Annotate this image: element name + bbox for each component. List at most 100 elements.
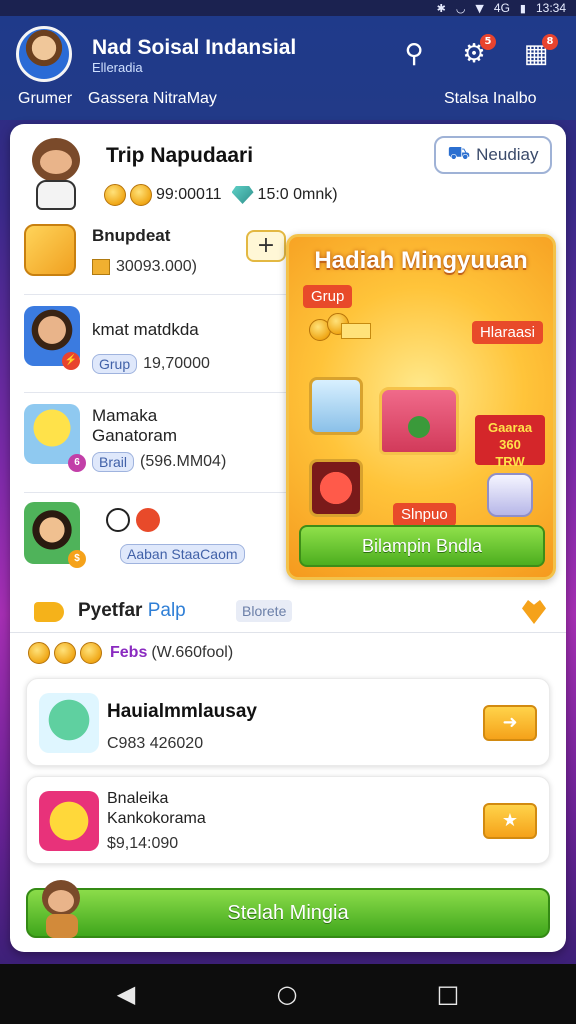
gift-icon[interactable]: ▦ 8 [518, 34, 558, 72]
receipt-icon [92, 259, 110, 275]
network-type: 4G [493, 1, 510, 15]
fire-icon[interactable] [136, 508, 160, 532]
divider [24, 294, 292, 295]
coin-icon [54, 642, 76, 664]
battery-icon: ▮ [519, 1, 526, 15]
mascot-avatar [24, 134, 88, 212]
item-value: $9,14:090 [107, 835, 179, 852]
gem-balance: 15:0 0mnk) [257, 186, 338, 203]
fees-value: (W.660fool) [151, 644, 234, 661]
badge-icon: 6 [68, 454, 86, 472]
back-icon[interactable]: ◀ [110, 978, 142, 1010]
robot-item-icon[interactable] [309, 377, 363, 435]
list-item[interactable]: ⚡ kmat matdkda Grup 19,70000 [24, 306, 292, 386]
section-title-text: Pyetfar [78, 600, 143, 621]
brail-chip[interactable]: Brail [92, 452, 135, 472]
settings-badge: 5 [480, 34, 496, 50]
reward-tag-bottom: Slnpuo [393, 503, 456, 526]
section-title: Pyetfar Palp [78, 600, 186, 622]
jar-item-icon[interactable] [487, 473, 533, 517]
claim-reward-button[interactable]: Bilampin Bndla [299, 525, 545, 567]
coin-balance: 99:00011 [156, 186, 222, 203]
gold-coins-icon [309, 313, 371, 343]
heart-icon[interactable] [522, 600, 546, 624]
ball-item-icon[interactable] [309, 459, 363, 517]
coin-badge-icon: $ [68, 550, 86, 568]
item-value: C983 426020 [107, 735, 204, 752]
map-pin-icon[interactable]: ⚲ [396, 36, 432, 72]
item-card[interactable]: Hauialmmlausay C983 426020 ➜ [26, 678, 550, 766]
coin-icon [28, 642, 50, 664]
clock: 13:34 [535, 1, 566, 15]
price-tag: Gaaraa 360 TRW [475, 415, 545, 469]
list-item-meta: Brail (596.MM04) [92, 452, 226, 472]
megaphone-icon [34, 602, 64, 622]
bus-icon: ⛟ [447, 143, 471, 164]
divider [10, 632, 566, 633]
star-action-button[interactable]: ★ [483, 803, 537, 839]
weekly-reward-panel[interactable]: Hadiah Mingyuuan Grup Hlaraasi Gaaraa 36… [286, 234, 556, 580]
list-item-meta: Grup 19,70000 [92, 354, 210, 374]
profile-avatar[interactable] [16, 26, 72, 82]
list-item-meta: 30093.000) [92, 258, 197, 276]
section-header: Pyetfar Palp Blorete [10, 594, 566, 634]
app-subtitle: Elleradia [92, 60, 143, 75]
list-item-meta: Aaban StaaCaom [120, 544, 245, 564]
header-link-center[interactable]: Gassera NitraMay [88, 90, 217, 108]
mascot-icon [36, 880, 88, 942]
price-label: Gaaraa 360 TRW [487, 420, 533, 469]
divider [24, 492, 292, 493]
nearby-button[interactable]: ⛟ Neudiay [434, 136, 552, 174]
list-item[interactable]: 6 Mamaka Ganatoram Brail (596.MM04) [24, 404, 292, 490]
status-bar: ✱ ◡ ▼ 4G ▮ 13:34 [0, 0, 576, 16]
wifi-icon: ◡ [455, 1, 466, 15]
main-card: Trip Napudaari ⛟ Neudiay 99:00011 15:0 0… [10, 124, 566, 952]
list-item-title: kmat matdkda [92, 320, 199, 339]
add-button[interactable]: + [246, 230, 286, 262]
nearby-label: Neudiay [476, 145, 539, 164]
item-title: Hauialmmlausay [107, 701, 257, 722]
alert-badge-icon: ⚡ [62, 352, 80, 370]
list-item-value: 30093.000) [116, 258, 197, 275]
trip-header: Trip Napudaari ⛟ Neudiay 99:00011 15:0 0… [10, 124, 566, 224]
header-link-left[interactable]: Grumer [18, 90, 72, 108]
monster-avatar [39, 693, 99, 753]
list-item-title: Mamaka Ganatoram [92, 406, 178, 445]
app-header: Nad Soisal Indansial Elleradia ⚲ ⚙ 5 ▦ 8 G… [0, 16, 576, 120]
balance-row: 99:00011 15:0 0mnk) [104, 184, 338, 206]
reward-tag-left: Grup [303, 285, 353, 308]
fees-label: Febs [110, 644, 148, 661]
coin-icon [80, 642, 102, 664]
list-item-value: 19,70000 [143, 355, 210, 372]
trip-title: Trip Napudaari [106, 144, 254, 167]
system-nav-bar: ◀ ○ □ [0, 964, 576, 1024]
ticket-icon [24, 224, 76, 276]
group-chip[interactable]: Grup [92, 354, 138, 374]
record-icon[interactable] [106, 508, 130, 532]
list-item-value: (596.MM04) [140, 453, 227, 470]
fees-row: Febs (W.660fool) [28, 642, 233, 664]
item-title: Bnaleika Kankokorama [107, 790, 206, 827]
section-title-accent: Palp [147, 600, 186, 621]
list-item[interactable]: Bnupdeat 30093.000) + [24, 224, 292, 292]
coin-icon [130, 184, 152, 206]
header-link-right[interactable]: Stalsa Inalbo [444, 90, 537, 108]
location-chip[interactable]: Aaban StaaCaom [120, 544, 245, 564]
weekly-cta-button[interactable]: Stelah Mingia [26, 888, 550, 938]
list-item[interactable]: $ Aaban StaaCaom [24, 502, 292, 582]
gift-badge: 8 [542, 34, 558, 50]
reward-tag-right: Hlaraasi [471, 321, 543, 344]
bluetooth-icon: ✱ [436, 1, 446, 15]
smiley-avatar [39, 791, 99, 851]
home-icon[interactable]: ○ [271, 978, 303, 1010]
signal-icon: ▼ [475, 1, 484, 15]
item-card[interactable]: Bnaleika Kankokorama $9,14:090 ★ [26, 776, 550, 864]
reward-title: Hadiah Mingyuuan [314, 247, 528, 274]
coin-stack-icon [104, 184, 126, 206]
divider [24, 392, 292, 393]
treasure-chest-icon[interactable] [379, 387, 459, 455]
arrow-action-button[interactable]: ➜ [483, 705, 537, 741]
recents-icon[interactable]: □ [432, 978, 464, 1010]
settings-icon[interactable]: ⚙ 5 [456, 34, 496, 72]
section-chip[interactable]: Blorete [236, 600, 293, 622]
